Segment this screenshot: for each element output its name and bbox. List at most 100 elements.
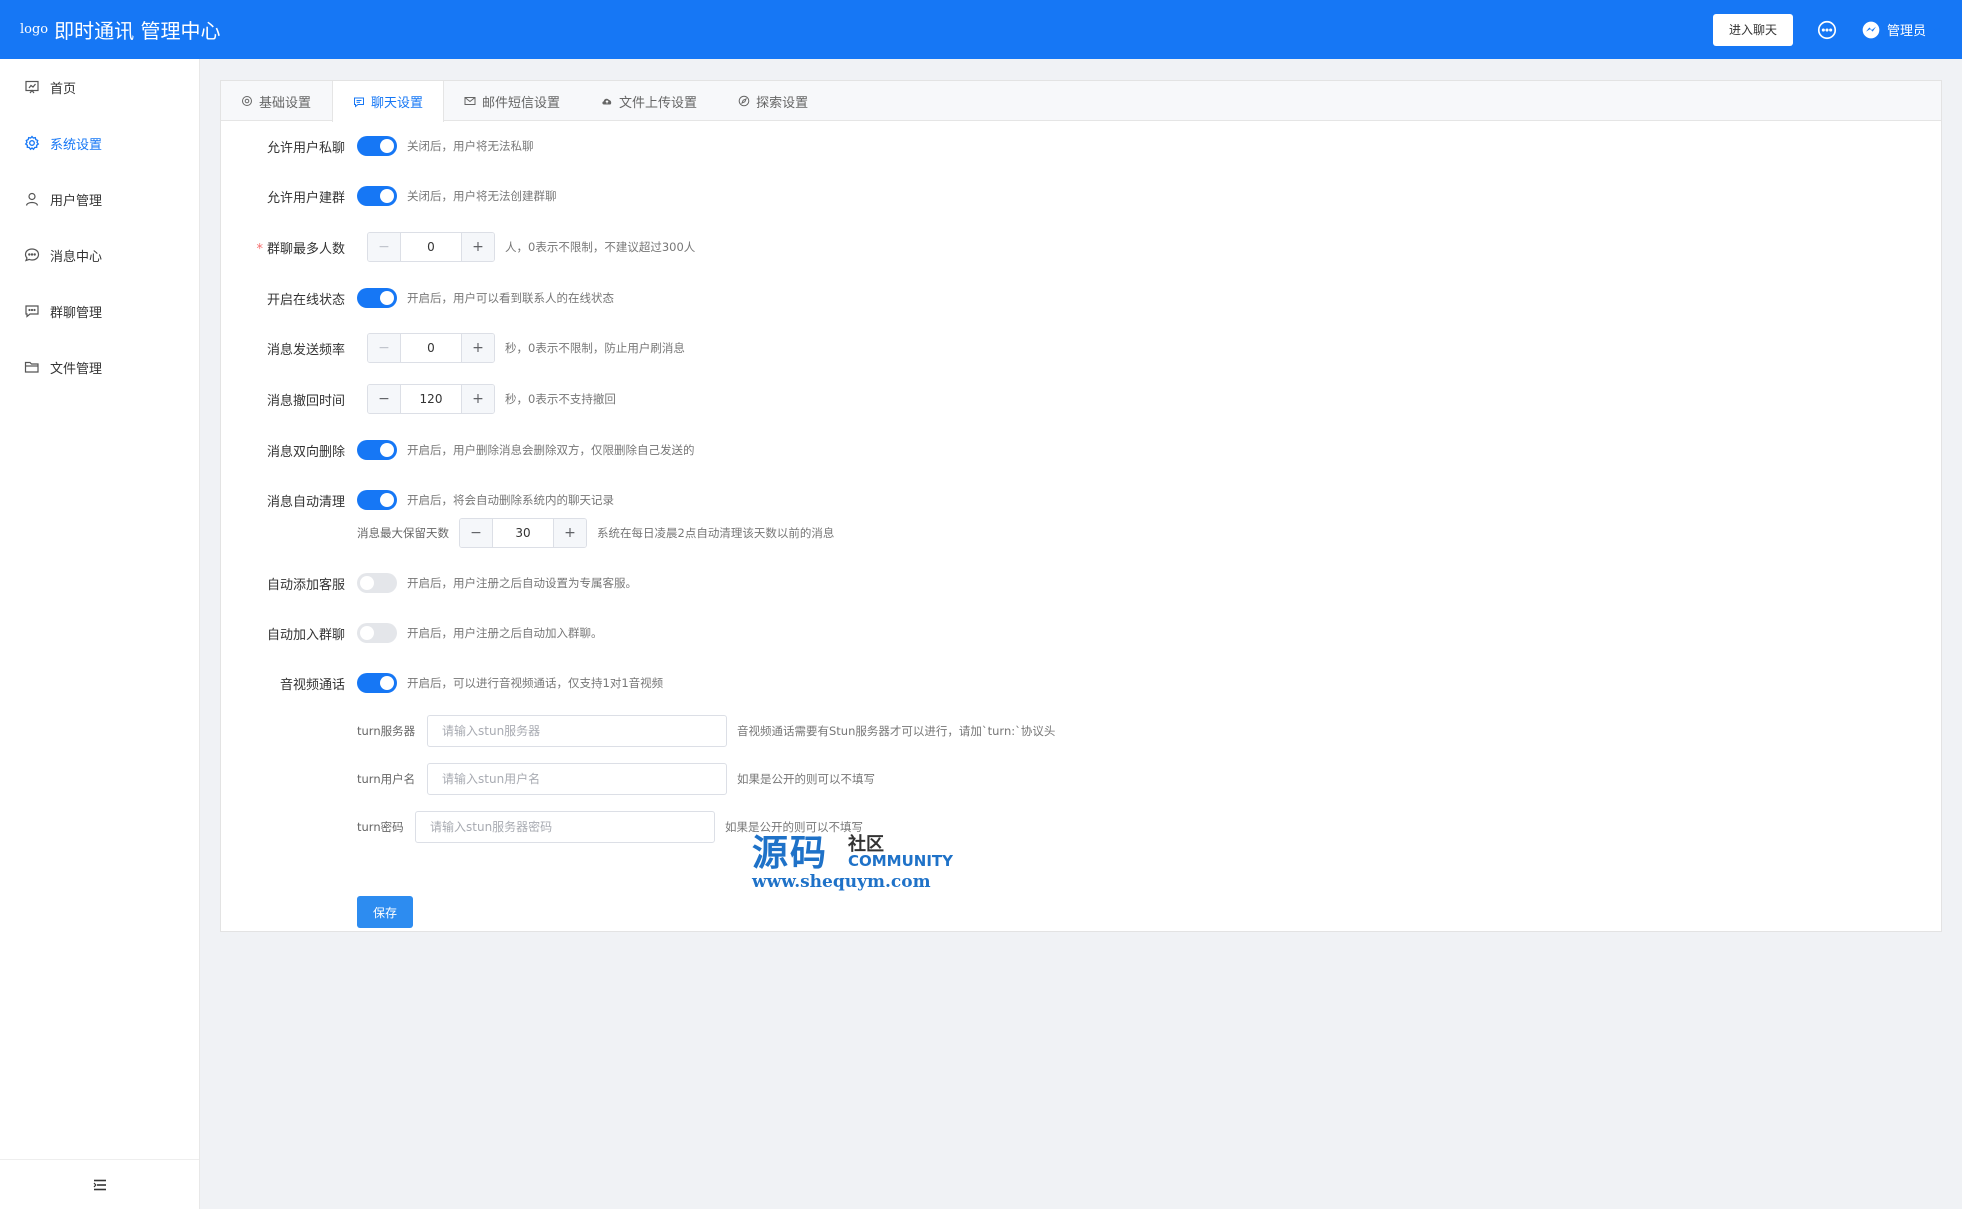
auto-clean-toggle[interactable] <box>357 490 397 510</box>
auto-service-toggle[interactable] <box>357 573 397 593</box>
keep-days-stepper: − 30 + <box>459 518 587 548</box>
sidebar-item-label: 系统设置 <box>50 137 103 153</box>
group-chat-icon <box>25 305 39 318</box>
stepper-value[interactable]: 30 <box>492 519 554 547</box>
enter-chat-button[interactable]: 进入聊天 <box>1712 13 1793 46</box>
watermark-url: www.shequym.com <box>752 872 931 892</box>
field-label: 消息发送频率 <box>266 342 345 358</box>
watermark-text: COMMUNITY <box>848 852 954 870</box>
form-row-two-way-delete: 消息双向删除 开启后，用户删除消息会删除双方，仅限删除自己发送的 <box>221 435 695 465</box>
sidebar: 首页 系统设置 用户管理 消息中心 群聊管理 文件管理 <box>0 59 200 1209</box>
field-help: 开启后，可以进行音视频通话，仅支持1对1音视频 <box>407 676 664 690</box>
increment-button[interactable]: + <box>554 519 586 547</box>
settings-tabs: 基础设置 聊天设置 邮件短信设置 文件上传设置 探索设置 <box>221 81 1941 122</box>
menu-fold-icon <box>93 1179 106 1190</box>
field-help: 关闭后，用户将无法私聊 <box>407 139 534 153</box>
field-label: 自动加入群聊 <box>266 627 345 643</box>
tab-chat-settings[interactable]: 聊天设置 <box>332 81 445 122</box>
field-help: 音视频通话需要有Stun服务器才可以进行，请加`turn:`协议头 <box>737 724 1056 738</box>
stepper-value[interactable]: 0 <box>400 334 462 362</box>
watermark-logo: 源码 社区 COMMUNITY www.shequym.com <box>752 824 954 894</box>
increment-button[interactable]: + <box>462 385 494 413</box>
form-row-av-call: 音视频通话 开启后，可以进行音视频通话，仅支持1对1音视频 <box>221 668 663 698</box>
stepper-value[interactable]: 0 <box>400 233 462 261</box>
turn-server-label: turn服务器 <box>357 724 416 738</box>
chat-bubble-icon <box>24 248 40 262</box>
field-label: 消息双向删除 <box>266 444 345 460</box>
two-way-delete-toggle[interactable] <box>357 440 397 460</box>
tab-explore-settings[interactable]: 探索设置 <box>718 81 829 121</box>
tab-file-upload-settings[interactable]: 文件上传设置 <box>581 81 718 121</box>
field-help: 人，0表示不限制，不建议超过300人 <box>505 240 696 254</box>
sidebar-item-message-center[interactable]: 消息中心 <box>0 227 199 283</box>
field-help: 如果是公开的则可以不填写 <box>737 772 875 786</box>
field-help: 开启后，用户删除消息会删除双方，仅限删除自己发送的 <box>407 443 695 457</box>
turn-user-input[interactable] <box>427 763 727 795</box>
field-label: 消息撤回时间 <box>266 393 345 409</box>
admin-label: 管理员 <box>1886 24 1926 39</box>
form-row-max-group: * 群聊最多人数 − 0 + 人，0表示不限制，不建议超过300人 <box>221 232 695 262</box>
increment-button[interactable]: + <box>462 334 494 362</box>
field-label: 允许用户私聊 <box>266 140 345 156</box>
admin-menu[interactable]: 管理员 <box>1861 20 1942 40</box>
turn-password-label: turn密码 <box>357 820 404 834</box>
increment-button[interactable]: + <box>462 233 494 261</box>
field-label: 消息自动清理 <box>266 494 345 510</box>
keep-days-label: 消息最大保留天数 <box>357 526 449 540</box>
header-actions: 进入聊天 管理员 <box>1712 0 1942 59</box>
form-row-turn-server: turn服务器 音视频通话需要有Stun服务器才可以进行，请加`turn:`协议… <box>357 715 1055 747</box>
sidebar-collapse-button[interactable] <box>0 1159 199 1209</box>
turn-password-input[interactable] <box>415 811 715 843</box>
watermark-text: 源码 <box>752 832 829 874</box>
form-row-auto-service: 自动添加客服 开启后，用户注册之后自动设置为专属客服。 <box>221 568 637 598</box>
chevron-down-icon <box>1933 27 1941 32</box>
form-row-send-rate: 消息发送频率 − 0 + 秒，0表示不限制，防止用户刷消息 <box>221 333 685 363</box>
create-group-toggle[interactable] <box>357 186 397 206</box>
decrement-button[interactable]: − <box>460 519 492 547</box>
logo-image: logo <box>20 22 49 37</box>
user-icon <box>25 192 39 206</box>
sidebar-item-group-management[interactable]: 群聊管理 <box>0 283 199 339</box>
tab-label: 聊天设置 <box>371 96 424 111</box>
sidebar-item-file-management[interactable]: 文件管理 <box>0 339 199 395</box>
send-rate-stepper: − 0 + <box>367 333 495 363</box>
field-label: 音视频通话 <box>279 677 345 693</box>
stepper-value[interactable]: 120 <box>400 385 462 413</box>
online-status-toggle[interactable] <box>357 288 397 308</box>
required-mark: * <box>256 241 263 257</box>
sidebar-item-system-settings[interactable]: 系统设置 <box>0 115 199 171</box>
form-row-turn-user: turn用户名 如果是公开的则可以不填写 <box>357 763 875 795</box>
gear-icon <box>24 135 40 151</box>
decrement-button[interactable]: − <box>368 334 400 362</box>
top-header: logo 即时通讯 管理中心 进入聊天 管理员 <box>0 0 1962 59</box>
field-label: 自动添加客服 <box>266 577 345 593</box>
sidebar-item-label: 用户管理 <box>50 193 103 209</box>
form-row-auto-join-group: 自动加入群聊 开启后，用户注册之后自动加入群聊。 <box>221 618 603 648</box>
form-row-private-chat: 允许用户私聊 关闭后，用户将无法私聊 <box>221 131 534 161</box>
home-chart-icon <box>25 80 39 94</box>
decrement-button[interactable]: − <box>368 385 400 413</box>
form-row-recall-time: 消息撤回时间 − 120 + 秒，0表示不支持撤回 <box>221 384 616 414</box>
message-icon[interactable] <box>1815 18 1839 42</box>
turn-server-input[interactable] <box>427 715 727 747</box>
sidebar-item-label: 首页 <box>50 81 77 97</box>
sidebar-item-home[interactable]: 首页 <box>0 59 199 115</box>
av-call-toggle[interactable] <box>357 673 397 693</box>
turn-user-label: turn用户名 <box>357 772 416 786</box>
field-help: 秒，0表示不支持撤回 <box>505 392 616 406</box>
private-chat-toggle[interactable] <box>357 136 397 156</box>
max-group-stepper: − 0 + <box>367 232 495 262</box>
app-title: 即时通讯 管理中心 <box>54 19 221 43</box>
tab-mail-sms-settings[interactable]: 邮件短信设置 <box>444 81 581 121</box>
decrement-button[interactable]: − <box>368 233 400 261</box>
compass-icon <box>738 95 750 107</box>
sidebar-item-label: 群聊管理 <box>50 305 103 321</box>
tab-basic-settings[interactable]: 基础设置 <box>221 81 332 121</box>
brand[interactable]: logo 即时通讯 管理中心 <box>20 15 221 44</box>
save-button[interactable]: 保存 <box>357 896 413 928</box>
sidebar-item-user-management[interactable]: 用户管理 <box>0 171 199 227</box>
auto-join-group-toggle[interactable] <box>357 623 397 643</box>
field-help: 开启后，将会自动删除系统内的聊天记录 <box>407 493 614 507</box>
cloud-upload-icon <box>602 98 612 105</box>
field-help: 关闭后，用户将无法创建群聊 <box>407 189 557 203</box>
